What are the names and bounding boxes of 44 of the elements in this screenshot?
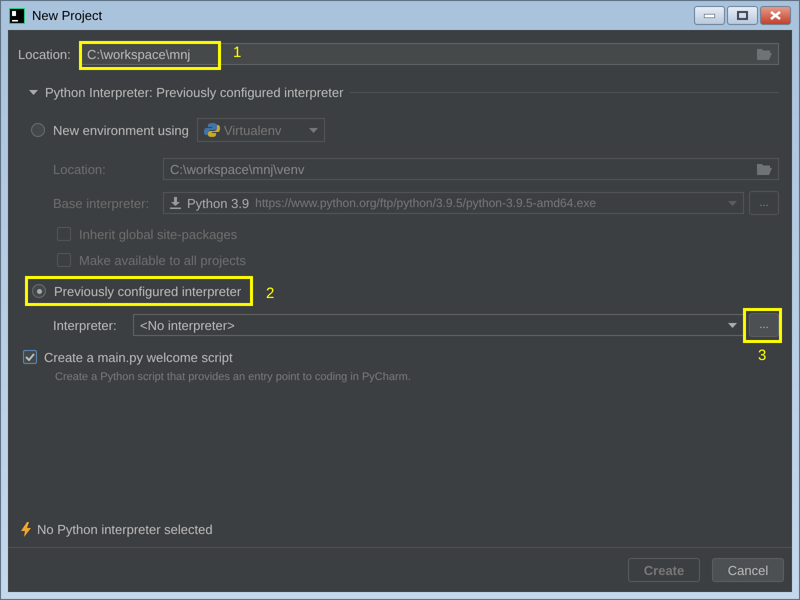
hint-text: Create a Python script that provides an entry point to coding in PyCharm. [55,371,411,383]
radio-label[interactable]: New environment using [53,122,189,138]
close-button[interactable] [760,6,791,25]
download-icon [170,197,181,209]
radio-label[interactable]: Previously configured interpreter [54,284,242,298]
env-location-field[interactable]: C:\workspace\mnj\venv [163,158,779,180]
interpreter-dropdown[interactable]: <No interpreter> [133,314,744,336]
annotation-number: 3 [758,347,766,364]
base-interpreter-name: Python 3.9 [187,196,250,210]
caret-icon [728,322,737,328]
dialog-button[interactable]: Cancel [712,558,784,582]
radio-button[interactable] [32,284,46,298]
maximize-button[interactable] [727,6,758,25]
checkbox-label[interactable]: Create a main.py welcome script [44,350,233,364]
interpreter-value: <No interpreter> [140,318,235,332]
checkbox[interactable] [57,227,71,241]
checkbox[interactable] [57,253,71,267]
interpreter-label: Interpreter: [53,318,118,332]
close-icon [770,11,781,20]
env-location-value: C:\workspace\mnj\venv [170,162,304,176]
warning-message: No Python interpreter selected [37,522,213,536]
minimize-icon [704,14,715,18]
environment-dropdown[interactable]: Virtualenv [196,118,325,142]
location-label: Location: [18,46,72,62]
highlight-frame [743,308,782,343]
python-icon [204,122,220,138]
radio-button[interactable] [31,123,45,137]
base-interpreter-url: https://www.python.org/ftp/python/3.9.5/python-3.9.5-amd64.exe [255,196,596,210]
checkbox[interactable] [23,350,37,364]
annotation-number: 2 [266,285,274,302]
caret-icon [308,128,318,132]
app-icon [9,8,25,24]
annotation-number: 1 [233,44,242,61]
dropdown-value: Virtualenv [224,122,282,138]
lightning-icon [20,522,32,536]
location-value: C:\workspace\mnj [87,46,190,62]
window-title: New Project [32,8,104,23]
caret-icon [728,200,737,206]
section-title[interactable]: Python Interpreter: Previously configured interpreter [45,84,344,100]
minimize-button[interactable] [694,6,725,25]
maximize-icon [737,11,748,20]
browse-button[interactable]: ... [749,191,779,215]
browse-button[interactable]: ... [749,313,779,337]
base-interpreter-dropdown[interactable]: Python 3.9 https://www.python.org/ftp/python/3.9.5/python-3.9.5-amd64.exe [163,192,744,214]
